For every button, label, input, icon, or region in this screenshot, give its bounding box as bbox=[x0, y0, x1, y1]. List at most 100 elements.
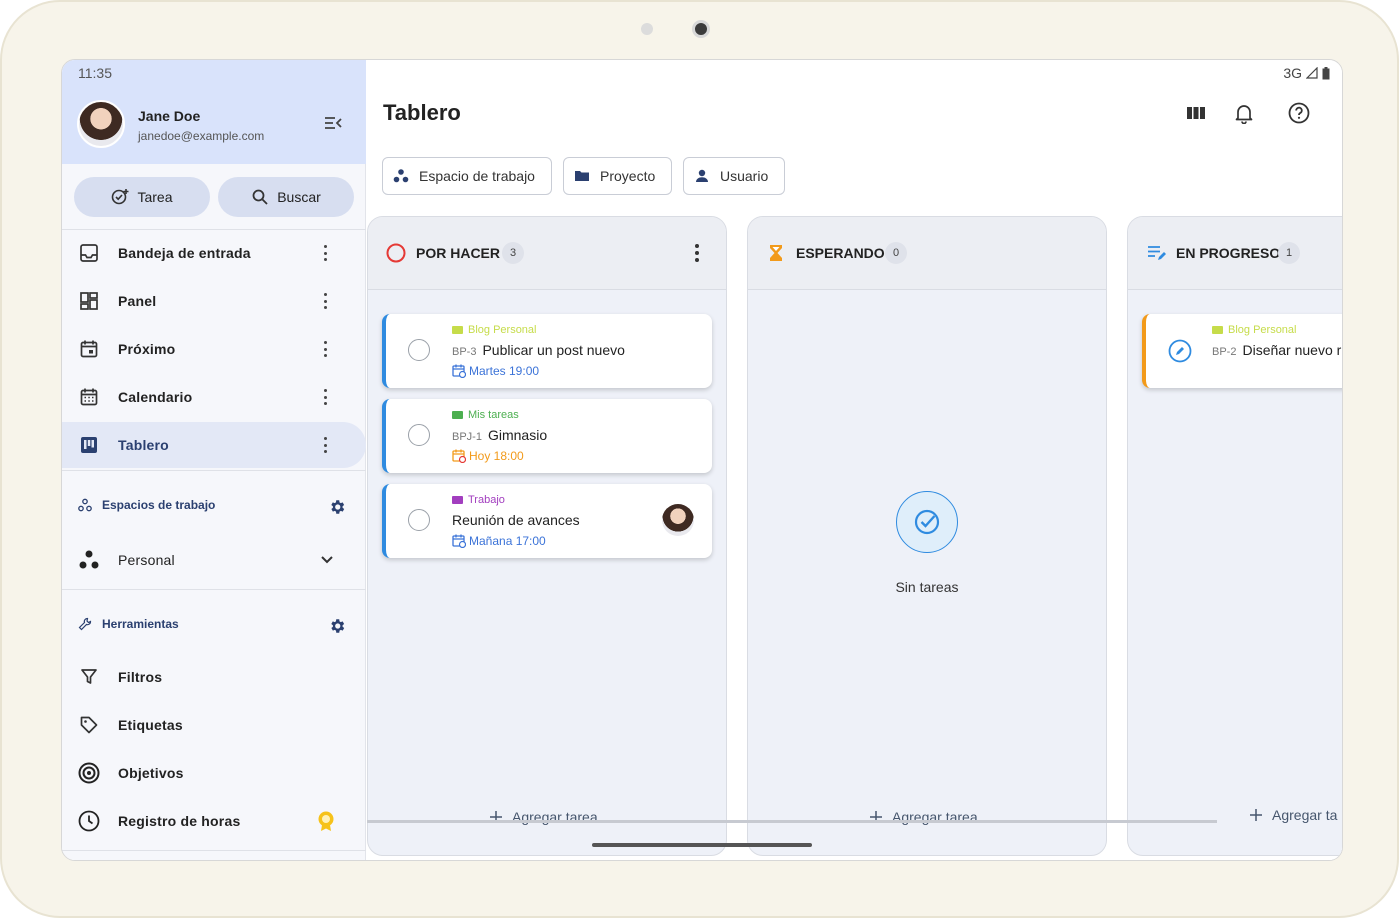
nav-item-calendar[interactable]: Calendario bbox=[62, 374, 366, 420]
horizontal-scrollbar[interactable] bbox=[367, 820, 1217, 823]
home-indicator[interactable] bbox=[592, 843, 812, 847]
column-count: 0 bbox=[885, 242, 907, 264]
column-header: POR HACER 3 bbox=[368, 217, 726, 290]
search-button[interactable]: Buscar bbox=[218, 177, 354, 217]
task-project: Blog Personal bbox=[1212, 324, 1297, 336]
user-filter-chip[interactable]: Usuario bbox=[683, 157, 786, 195]
user-header: 11:35 Jane Doe janedoe@example.com bbox=[62, 60, 366, 164]
column-title: EN PROGRESO bbox=[1176, 245, 1281, 261]
inbox-icon bbox=[78, 242, 100, 264]
clock-icon bbox=[78, 810, 100, 832]
task-checkbox[interactable] bbox=[408, 509, 430, 531]
task-due-label: Martes 19:00 bbox=[469, 364, 540, 378]
progress-icon bbox=[1148, 246, 1166, 260]
task-card[interactable]: Trabajo Reunión de avances Mañana 17:00 bbox=[382, 484, 712, 558]
task-key: BP-3 bbox=[452, 346, 477, 358]
column-count: 1 bbox=[1278, 242, 1300, 264]
workspace-icon bbox=[78, 549, 100, 571]
user-filter-label: Usuario bbox=[720, 168, 769, 184]
nav-item-time-log[interactable]: Registro de horas bbox=[62, 798, 366, 844]
column-title: ESPERANDO bbox=[796, 245, 885, 261]
more-options-icon[interactable] bbox=[320, 341, 330, 357]
gear-icon[interactable] bbox=[328, 617, 346, 635]
more-options-icon[interactable] bbox=[320, 293, 330, 309]
workspaces-heading-label: Espacios de trabajo bbox=[102, 498, 216, 512]
nav-label: Objetivos bbox=[118, 765, 184, 781]
task-title-text: Reunión de avances bbox=[452, 512, 580, 528]
task-project-label: Blog Personal bbox=[468, 324, 537, 336]
task-title-text: Gimnasio bbox=[487, 427, 548, 443]
more-options-icon[interactable] bbox=[692, 244, 702, 262]
network-type: 3G bbox=[1283, 65, 1302, 81]
task-card[interactable]: Blog Personal BP-3 Publicar un post nuevo… bbox=[382, 314, 712, 388]
project-filter-chip[interactable]: Proyecto bbox=[563, 157, 673, 195]
help-icon[interactable] bbox=[1288, 102, 1310, 124]
task-due: Mañana 17:00 bbox=[452, 534, 546, 548]
add-task-button[interactable]: Tarea bbox=[74, 177, 210, 217]
gear-icon[interactable] bbox=[328, 498, 346, 516]
workspace-filter-chip[interactable]: Espacio de trabajo bbox=[382, 157, 552, 195]
column-title: POR HACER bbox=[416, 245, 501, 261]
target-icon bbox=[78, 762, 100, 784]
workspace-selector[interactable]: Personal bbox=[62, 537, 366, 583]
task-project-label: Trabajo bbox=[468, 494, 505, 506]
nav-item-filters[interactable]: Filtros bbox=[62, 654, 366, 700]
empty-state-text: Sin tareas bbox=[895, 579, 959, 595]
filter-icon bbox=[78, 666, 100, 688]
folder-icon bbox=[452, 326, 463, 334]
add-task-link[interactable]: Agregar ta bbox=[1250, 807, 1337, 823]
user-name: Jane Doe bbox=[138, 108, 201, 124]
nav-item-goals[interactable]: Objetivos bbox=[62, 750, 366, 796]
divider bbox=[62, 470, 366, 471]
avatar[interactable] bbox=[77, 100, 125, 148]
add-task-label: Tarea bbox=[137, 189, 173, 205]
in-progress-status-icon[interactable] bbox=[1168, 339, 1192, 363]
columns-view-icon[interactable] bbox=[1185, 102, 1207, 124]
task-due: Hoy 18:00 bbox=[452, 449, 524, 463]
task-title: BP-2 Diseñar nuevo r bbox=[1212, 342, 1341, 358]
collapse-menu-icon[interactable] bbox=[324, 115, 342, 131]
hourglass-icon bbox=[770, 245, 782, 261]
sensor-dot bbox=[641, 23, 653, 35]
bell-icon[interactable] bbox=[1233, 102, 1255, 124]
nav-item-upcoming[interactable]: Próximo bbox=[62, 326, 366, 372]
more-options-icon[interactable] bbox=[320, 389, 330, 405]
more-options-icon[interactable] bbox=[320, 437, 330, 453]
add-task-icon bbox=[112, 189, 129, 205]
task-card[interactable]: Blog Personal BP-2 Diseñar nuevo r bbox=[1142, 314, 1342, 388]
person-icon bbox=[696, 169, 708, 182]
more-options-icon[interactable] bbox=[320, 245, 330, 261]
wrench-icon bbox=[78, 617, 92, 631]
empty-state-icon bbox=[896, 491, 958, 553]
nav-label: Panel bbox=[118, 293, 157, 309]
task-checkbox[interactable] bbox=[408, 339, 430, 361]
task-due: Martes 19:00 bbox=[452, 364, 539, 378]
status-time: 11:35 bbox=[78, 65, 112, 81]
task-checkbox[interactable] bbox=[408, 424, 430, 446]
dashboard-icon bbox=[78, 290, 100, 312]
status-bar: 3G bbox=[1283, 65, 1330, 81]
nav-item-tags[interactable]: Etiquetas bbox=[62, 702, 366, 748]
nav-item-inbox[interactable]: Bandeja de entrada bbox=[62, 230, 366, 276]
nav-item-panel[interactable]: Panel bbox=[62, 278, 366, 324]
nav-item-board[interactable]: Tablero bbox=[62, 422, 366, 468]
task-title-text: Diseñar nuevo r bbox=[1242, 342, 1342, 358]
task-project-label: Blog Personal bbox=[1228, 324, 1297, 336]
main-content: 3G Tablero Espacio de trabajo Proyecto U… bbox=[367, 60, 1342, 860]
workspace-name: Personal bbox=[118, 552, 175, 568]
column-header: ESPERANDO 0 bbox=[748, 217, 1106, 290]
task-project: Blog Personal bbox=[452, 324, 537, 336]
task-project: Trabajo bbox=[452, 494, 505, 506]
task-card[interactable]: Mis tareas BPJ-1 Gimnasio Hoy 18:00 bbox=[382, 399, 712, 473]
task-due-label: Hoy 18:00 bbox=[469, 449, 524, 463]
board-icon bbox=[78, 434, 100, 456]
task-project: Mis tareas bbox=[452, 409, 519, 421]
calendar-clock-icon bbox=[452, 364, 466, 378]
nav-label: Próximo bbox=[118, 341, 176, 357]
nav-label: Registro de horas bbox=[118, 813, 241, 829]
search-label: Buscar bbox=[277, 189, 321, 205]
chevron-down-icon[interactable] bbox=[320, 555, 334, 565]
tag-icon bbox=[78, 714, 100, 736]
user-email: janedoe@example.com bbox=[138, 129, 265, 143]
nav-label: Filtros bbox=[118, 669, 163, 685]
